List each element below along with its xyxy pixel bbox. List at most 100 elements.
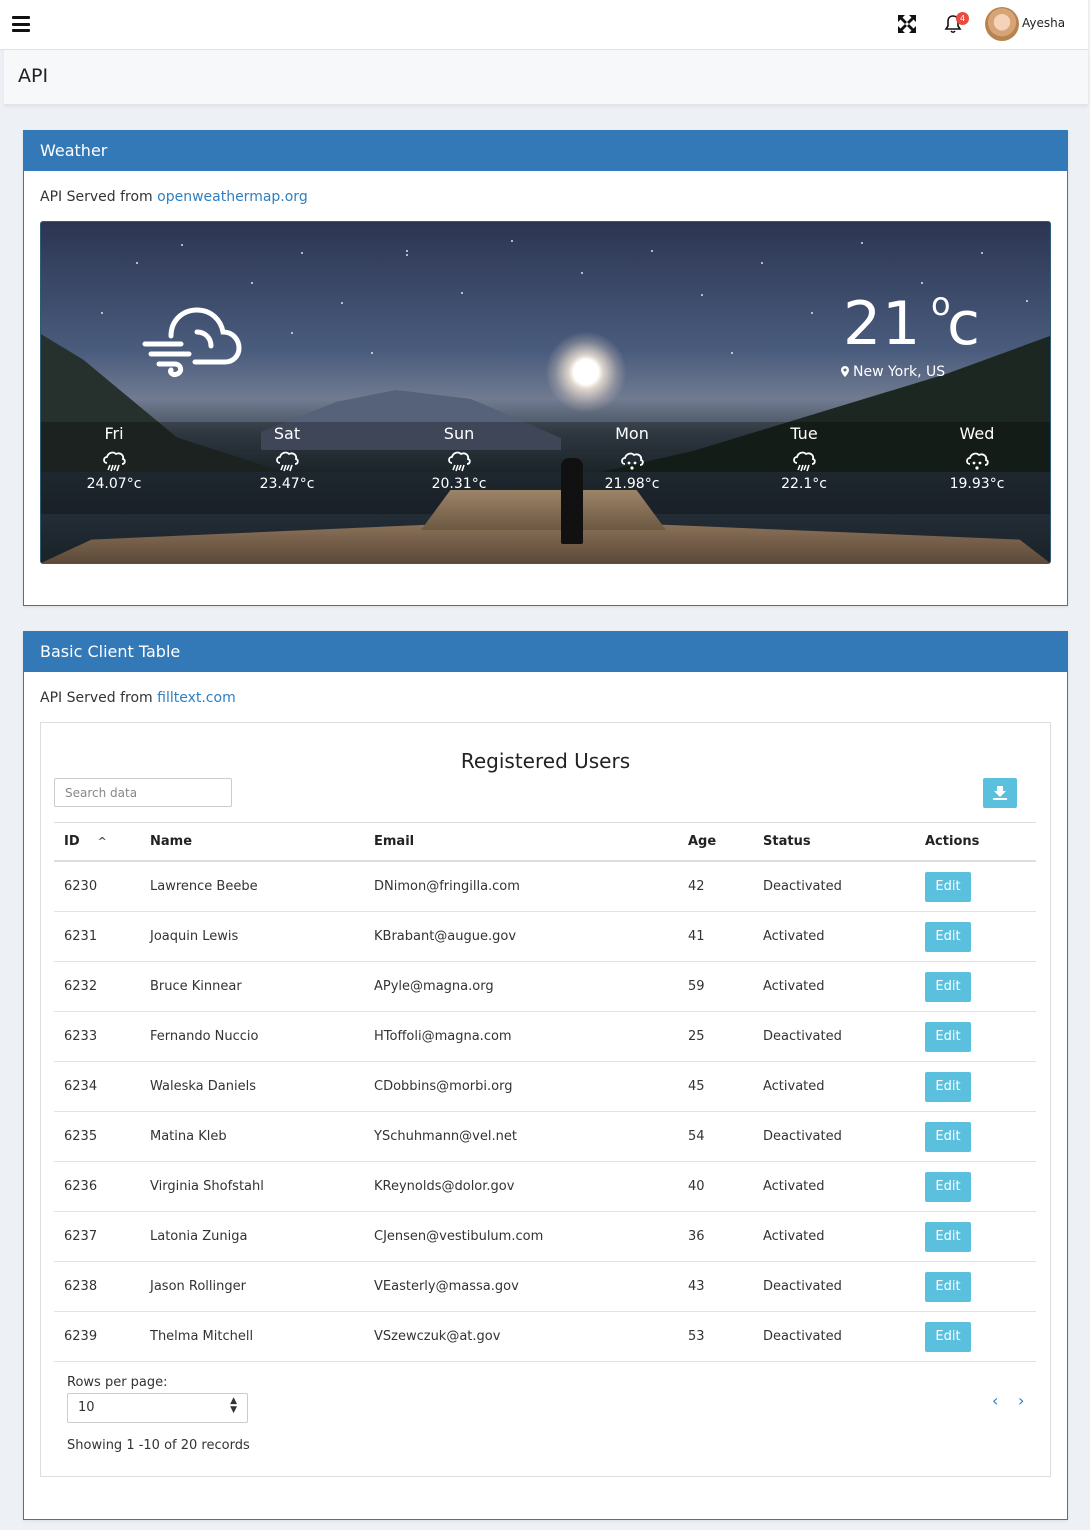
openweathermap-link[interactable]: openweathermap.org bbox=[157, 189, 308, 205]
column-label: ID bbox=[64, 834, 80, 849]
cell-email: CDobbins@morbi.org bbox=[364, 1061, 678, 1112]
prev-page-button[interactable]: ‹ bbox=[992, 1391, 998, 1410]
current-temperature: 21 o c bbox=[843, 288, 980, 354]
cell-id: 6238 bbox=[54, 1261, 140, 1312]
cell-age: 41 bbox=[678, 911, 753, 962]
edit-button[interactable]: Edit bbox=[925, 1271, 971, 1302]
edit-button[interactable]: Edit bbox=[925, 1021, 971, 1052]
cell-id: 6230 bbox=[54, 861, 140, 912]
cell-status: Activated bbox=[753, 911, 915, 962]
cell-status: Deactivated bbox=[753, 861, 915, 912]
cell-age: 43 bbox=[678, 1261, 753, 1312]
forecast-day-name: Sun bbox=[443, 424, 475, 443]
cell-actions: Edit bbox=[915, 911, 1036, 962]
cell-actions: Edit bbox=[915, 1111, 1036, 1162]
location-text: New York, US bbox=[853, 364, 946, 380]
edit-button[interactable]: Edit bbox=[925, 871, 971, 902]
column-header-actions: Actions bbox=[915, 822, 1036, 862]
edit-button[interactable]: Edit bbox=[925, 921, 971, 952]
rows-per-page-select[interactable]: 10 ▲ ▼ bbox=[67, 1393, 248, 1423]
cell-status: Activated bbox=[753, 1061, 915, 1112]
forecast-day: Wed 19.93°c bbox=[917, 424, 1037, 492]
cell-name: Thelma Mitchell bbox=[140, 1311, 364, 1362]
select-arrows-icon: ▲ ▼ bbox=[230, 1396, 237, 1415]
weather-source: API Served from openweathermap.org bbox=[40, 189, 308, 205]
cell-id: 6232 bbox=[54, 961, 140, 1012]
download-icon bbox=[993, 786, 1007, 800]
cell-actions: Edit bbox=[915, 1211, 1036, 1262]
download-button[interactable] bbox=[983, 778, 1017, 808]
sort-ascending-icon[interactable]: ^ bbox=[98, 835, 107, 848]
forecast-day-name: Fri bbox=[104, 424, 124, 443]
edit-button[interactable]: Edit bbox=[925, 1121, 971, 1152]
cell-actions: Edit bbox=[915, 1261, 1036, 1312]
users-table: ID ^ Name Email Age Status Actions 6230 La… bbox=[54, 822, 1036, 1362]
forecast-day-name: Sat bbox=[273, 424, 301, 443]
username[interactable]: Ayesha bbox=[1022, 16, 1065, 30]
forecast-temp: 20.31°c bbox=[431, 476, 487, 492]
edit-button[interactable]: Edit bbox=[925, 1171, 971, 1202]
table-row: 6236 Virginia Shofstahl KReynolds@dolor.go… bbox=[54, 1161, 1036, 1212]
search-input[interactable] bbox=[54, 778, 232, 807]
forecast-temp: 24.07°c bbox=[86, 476, 142, 492]
location: New York, US bbox=[841, 364, 945, 380]
weather-panel: Weather API Served from openweathermap.o… bbox=[23, 130, 1068, 606]
edit-button[interactable]: Edit bbox=[925, 1321, 971, 1352]
cell-status: Activated bbox=[753, 1161, 915, 1212]
edit-button[interactable]: Edit bbox=[925, 1221, 971, 1252]
client-table-panel: Basic Client Table API Served from fillt… bbox=[23, 631, 1068, 1520]
cell-name: Waleska Daniels bbox=[140, 1061, 364, 1112]
edit-button[interactable]: Edit bbox=[925, 1071, 971, 1102]
cell-name: Jason Rollinger bbox=[140, 1261, 364, 1312]
avatar[interactable] bbox=[985, 7, 1019, 41]
light-rain-icon bbox=[621, 452, 644, 470]
cell-status: Deactivated bbox=[753, 1011, 915, 1062]
moon-image bbox=[546, 332, 626, 412]
cell-age: 25 bbox=[678, 1011, 753, 1062]
page-title: API bbox=[18, 65, 49, 87]
forecast-day-name: Tue bbox=[790, 424, 818, 443]
forecast-day: Fri 24.07°c bbox=[54, 424, 174, 492]
cell-id: 6239 bbox=[54, 1311, 140, 1362]
forecast-day: Tue 22.1°c bbox=[744, 424, 864, 492]
map-pin-icon bbox=[841, 366, 849, 377]
forecast-day: Sun 20.31°c bbox=[399, 424, 519, 492]
cell-actions: Edit bbox=[915, 961, 1036, 1012]
cell-name: Bruce Kinnear bbox=[140, 961, 364, 1012]
cell-actions: Edit bbox=[915, 1311, 1036, 1362]
top-navbar: 4 Ayesha bbox=[0, 0, 1088, 50]
cell-name: Joaquin Lewis bbox=[140, 911, 364, 962]
weather-panel-title: Weather bbox=[24, 131, 1067, 171]
forecast-day-name: Wed bbox=[959, 424, 995, 443]
table-row: 6234 Waleska Daniels CDobbins@morbi.org 45 A… bbox=[54, 1061, 1036, 1112]
cell-id: 6231 bbox=[54, 911, 140, 962]
cell-email: VEasterly@massa.gov bbox=[364, 1261, 678, 1312]
rows-per-page-label: Rows per page: bbox=[67, 1375, 168, 1390]
column-header-name[interactable]: Name bbox=[140, 822, 364, 862]
column-header-id[interactable]: ID ^ bbox=[54, 822, 140, 862]
edit-button[interactable]: Edit bbox=[925, 971, 971, 1002]
table-row: 6237 Latonia Zuniga CJensen@vestibulum.com… bbox=[54, 1211, 1036, 1262]
temperature-unit: c bbox=[947, 289, 981, 359]
column-header-age[interactable]: Age bbox=[678, 822, 753, 862]
cell-name: Lawrence Beebe bbox=[140, 861, 364, 912]
next-page-button[interactable]: › bbox=[1018, 1391, 1024, 1410]
weather-widget: 21 o c New York, US Fri 24.07°c Sat 23.4… bbox=[40, 221, 1051, 564]
cell-email: KReynolds@dolor.gov bbox=[364, 1161, 678, 1212]
cell-age: 40 bbox=[678, 1161, 753, 1212]
served-prefix: API Served from bbox=[40, 690, 153, 706]
light-rain-icon bbox=[966, 452, 989, 470]
client-panel-title: Basic Client Table bbox=[24, 632, 1067, 672]
cell-email: KBrabant@augue.gov bbox=[364, 911, 678, 962]
fullscreen-icon[interactable] bbox=[896, 13, 918, 35]
column-header-email[interactable]: Email bbox=[364, 822, 678, 862]
rain-icon bbox=[276, 451, 299, 472]
menu-toggle-icon[interactable] bbox=[12, 16, 30, 32]
filltext-link[interactable]: filltext.com bbox=[157, 690, 236, 706]
cell-id: 6237 bbox=[54, 1211, 140, 1262]
column-header-status[interactable]: Status bbox=[753, 822, 915, 862]
cell-status: Deactivated bbox=[753, 1111, 915, 1162]
rain-icon bbox=[103, 451, 126, 472]
users-table-card: Registered Users ID ^ Name Email Age Stat… bbox=[40, 722, 1051, 1477]
cell-status: Deactivated bbox=[753, 1261, 915, 1312]
